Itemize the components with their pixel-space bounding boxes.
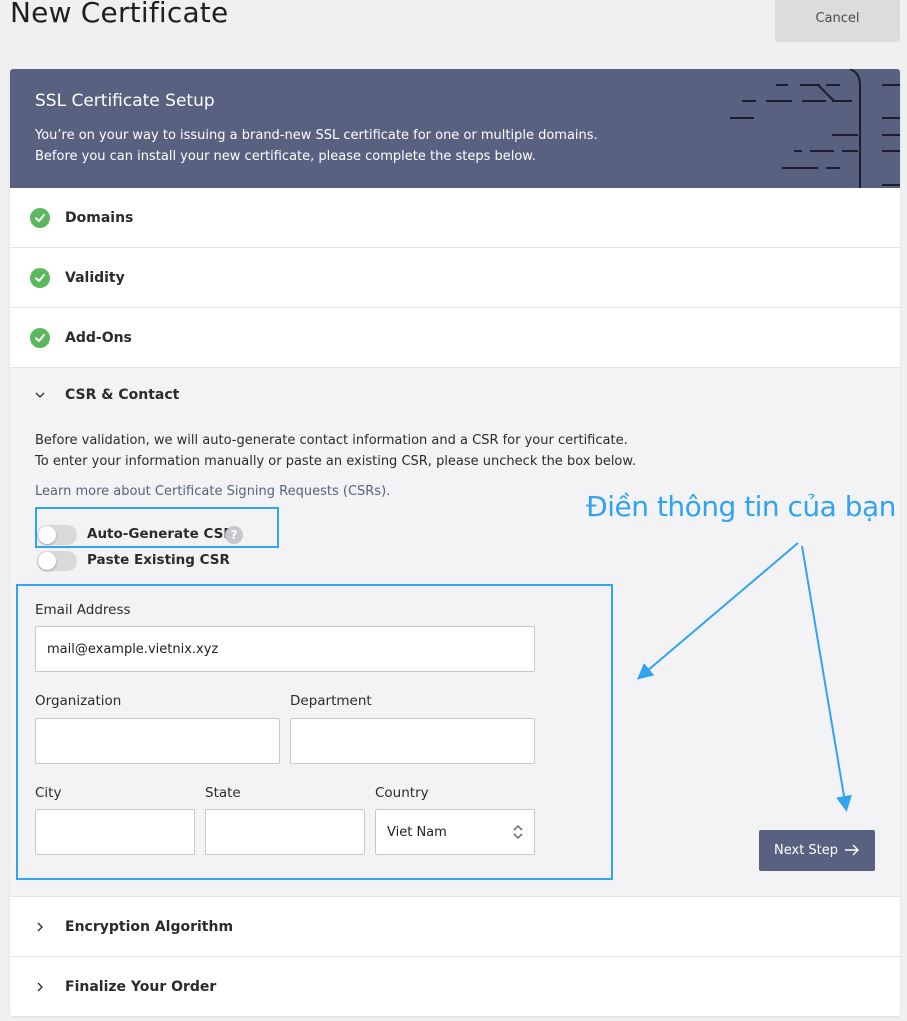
annotation-arrow-down [801, 545, 852, 812]
annotation-arrows [636, 542, 852, 812]
annotation-arrow-left [636, 542, 799, 680]
